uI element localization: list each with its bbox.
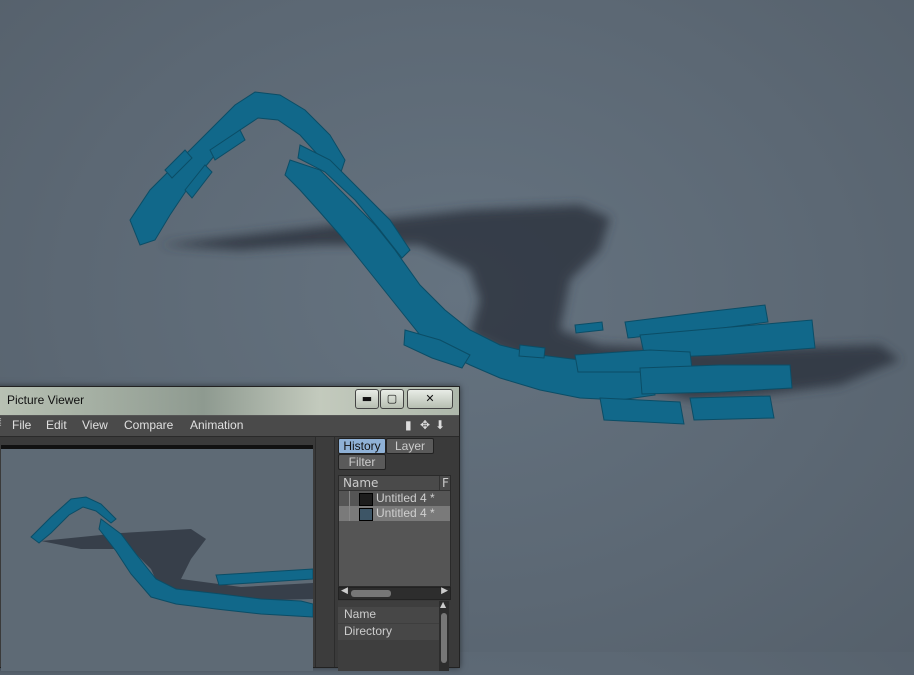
info-name-label: Name xyxy=(338,607,440,623)
side-panel: History Layer Filter Name F Untitled 4 *… xyxy=(335,437,455,671)
info-panel: Name Directory ▲ xyxy=(338,600,449,671)
minimize-button[interactable]: ▬ xyxy=(355,389,379,409)
scroll-left-icon[interactable]: ◀ xyxy=(341,586,348,596)
menu-compare[interactable]: Compare xyxy=(124,418,173,432)
column-name[interactable]: Name xyxy=(343,476,378,490)
window-title: Picture Viewer xyxy=(7,393,85,407)
close-button[interactable]: ✕ xyxy=(407,389,453,409)
tab-layer[interactable]: Layer xyxy=(386,438,434,454)
thumbnail-icon xyxy=(359,508,373,521)
grip-icon: ⁞ xyxy=(0,417,2,429)
panel-toggle-icon[interactable]: ▮ xyxy=(405,418,412,432)
menu-file[interactable]: File xyxy=(12,418,31,432)
menu-view[interactable]: View xyxy=(82,418,108,432)
thumbnail-icon xyxy=(359,493,373,506)
info-directory-label: Directory xyxy=(338,624,440,640)
column-f[interactable]: F xyxy=(439,476,449,490)
tab-history[interactable]: History xyxy=(338,438,386,454)
picture-viewer-window[interactable]: Picture Viewer ▬ ▢ ✕ ⁞ File Edit View Co… xyxy=(0,386,460,671)
scroll-thumb[interactable] xyxy=(351,590,391,597)
history-item-label: Untitled 4 * xyxy=(376,506,435,520)
tab-filter[interactable]: Filter xyxy=(338,454,386,470)
menu-animation[interactable]: Animation xyxy=(190,418,243,432)
scroll-thumb[interactable] xyxy=(441,613,447,663)
scroll-right-icon[interactable]: ▶ xyxy=(441,586,448,596)
preview-image xyxy=(30,496,314,618)
maximize-button[interactable]: ▢ xyxy=(380,389,404,409)
tree-connector xyxy=(349,506,350,521)
history-item-label: Untitled 4 * xyxy=(376,491,435,505)
horizontal-scrollbar[interactable]: ◀ ▶ xyxy=(338,586,451,600)
move-icon[interactable]: ✥ xyxy=(420,418,430,432)
title-bar[interactable]: Picture Viewer ▬ ▢ ✕ xyxy=(0,387,459,416)
menu-bar: ⁞ File Edit View Compare Animation ▮ ✥ ⬇ xyxy=(0,416,459,437)
history-list[interactable]: Name F Untitled 4 * Untitled 4 * xyxy=(338,475,451,587)
scroll-up-icon[interactable]: ▲ xyxy=(440,600,446,609)
history-row[interactable]: Untitled 4 * xyxy=(339,506,450,521)
vertical-scrollbar[interactable]: ▲ xyxy=(439,600,449,671)
splitter[interactable] xyxy=(315,437,335,667)
menu-edit[interactable]: Edit xyxy=(46,418,67,432)
download-arrow-icon[interactable]: ⬇ xyxy=(435,418,445,432)
history-row[interactable]: Untitled 4 * xyxy=(339,491,450,506)
history-header: Name F xyxy=(339,476,450,491)
render-preview[interactable] xyxy=(1,445,314,671)
tree-connector xyxy=(349,491,350,506)
